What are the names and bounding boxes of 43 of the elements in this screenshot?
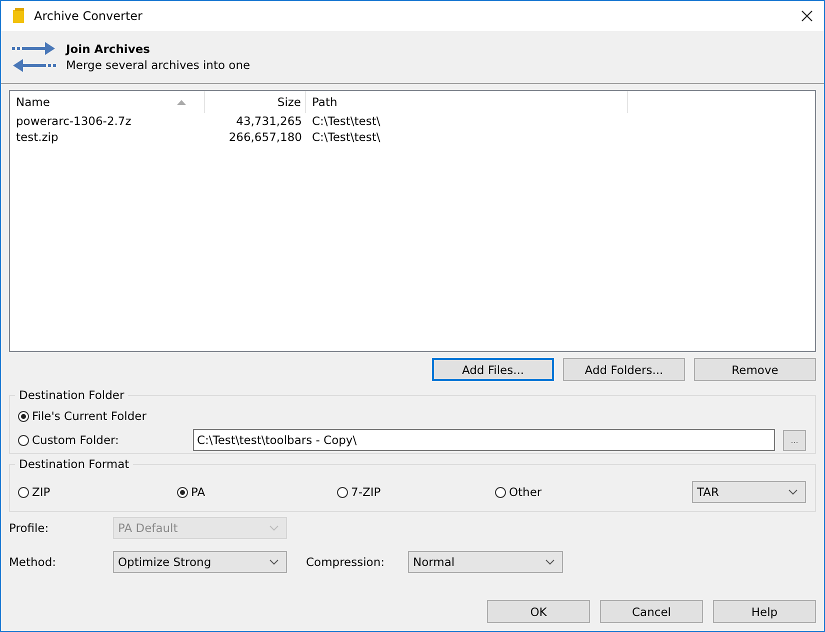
table-cell-text: powerarc-1306-2.7z bbox=[15, 114, 132, 128]
table-cell-text: 266,657,180 bbox=[228, 130, 303, 144]
radio-button[interactable]: PA bbox=[177, 485, 337, 499]
radio-button[interactable]: ZIP bbox=[18, 485, 177, 499]
field-label: Profile: bbox=[9, 520, 50, 534]
table-cell-text: test.zip bbox=[15, 130, 60, 144]
sort-up-icon bbox=[177, 100, 186, 104]
radio-button[interactable]: Custom Folder: bbox=[18, 433, 193, 447]
dialog-button[interactable]: Cancel bbox=[600, 600, 703, 623]
window-title: Archive Converter bbox=[34, 9, 142, 23]
column-header[interactable]: Name bbox=[10, 91, 205, 113]
browse-button[interactable]: ... bbox=[783, 430, 806, 450]
dialog-button[interactable]: Help bbox=[713, 600, 816, 623]
column-header[interactable]: Path bbox=[306, 91, 628, 113]
chevron-down-icon bbox=[269, 524, 279, 530]
header-subtitle: Merge several archives into one bbox=[66, 57, 250, 73]
folder-icon bbox=[12, 8, 26, 24]
arrows-icon bbox=[11, 41, 57, 73]
table-cell-text: 43,731,265 bbox=[235, 114, 303, 128]
close-icon bbox=[801, 10, 813, 22]
field-label: Method: bbox=[9, 554, 58, 568]
field-label: Compression: bbox=[306, 554, 386, 568]
list-button[interactable]: Add Files... bbox=[432, 358, 554, 381]
group-title: Destination Format bbox=[15, 457, 134, 471]
path-field[interactable]: C:\Test\test\toolbars - Copy\ bbox=[193, 429, 775, 451]
dialog-button[interactable]: OK bbox=[487, 600, 590, 623]
header-title: Join Archives bbox=[66, 41, 151, 57]
radio-button[interactable]: Other bbox=[495, 485, 692, 499]
chevron-down-icon bbox=[788, 489, 798, 495]
column-header[interactable]: Size bbox=[205, 91, 306, 113]
group-title: Destination Folder bbox=[15, 388, 128, 402]
table-cell-text: C:\Test\test\ bbox=[311, 130, 382, 144]
dropdown[interactable]: Optimize Strong bbox=[113, 550, 287, 572]
radio-button[interactable]: 7-ZIP bbox=[337, 485, 495, 499]
dropdown[interactable]: Normal bbox=[408, 550, 563, 572]
list-button[interactable]: Add Folders... bbox=[563, 358, 685, 381]
format-dropdown[interactable]: TAR bbox=[692, 481, 806, 503]
radio-button[interactable]: File's Current Folder bbox=[18, 409, 806, 423]
table-cell-text: C:\Test\test\ bbox=[311, 114, 382, 128]
chevron-down-icon bbox=[545, 558, 555, 564]
list-button[interactable]: Remove bbox=[694, 358, 816, 381]
file-list[interactable]: Name Size Path powerarc-1306-2.7z 43,731,265 C:\Test\test\ test.zip 266,657,180 C:\Test\test\ bbox=[9, 90, 816, 352]
chevron-down-icon bbox=[269, 558, 279, 564]
